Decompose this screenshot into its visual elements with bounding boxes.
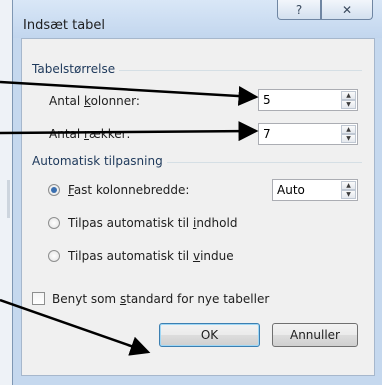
fixed-width-label: Fast kolonnebredde: [68,183,190,197]
autofit-window-label: Tilpas automatisk til vindue [68,249,234,263]
close-button[interactable]: ✕ [321,0,373,20]
close-icon: ✕ [341,3,353,17]
fixed-width-radio[interactable] [48,184,60,196]
columns-label: Antal kolonner: [49,94,140,108]
fixed-width-down-icon[interactable]: ▼ [341,190,356,199]
rows-label: Antal rækker: [49,127,131,141]
rows-down-icon[interactable]: ▼ [341,134,356,143]
fixed-width-value: Auto [277,183,305,197]
columns-up-icon[interactable]: ▲ [341,91,356,100]
insert-table-dialog: Indsæt tabel ? ✕ Tabelstørrelse Antal ko… [12,0,382,385]
help-button[interactable]: ? [277,0,321,20]
table-size-heading: Tabelstørrelse [32,62,120,76]
columns-down-icon[interactable]: ▼ [341,100,356,109]
help-icon: ? [295,3,303,17]
dialog-title: Indsæt tabel [23,18,106,33]
ok-button[interactable]: OK [159,323,260,347]
title-bar: Indsæt tabel ? ✕ [13,0,382,38]
dialog-body: Tabelstørrelse Antal kolonner: 5 ▲ ▼ Ant… [21,38,375,376]
autofit-heading: Automatisk tilpasning [32,154,167,168]
rows-spinner[interactable]: 7 ▲ ▼ [258,123,358,145]
remember-default-checkbox[interactable] [32,292,45,305]
page-edge-marker [7,180,10,218]
autofit-window-radio[interactable] [48,250,60,262]
cancel-button[interactable]: Annuller [272,323,358,347]
rows-value: 7 [263,127,271,141]
remember-default-label: Benyt som standard for nye tabeller [52,292,270,306]
autofit-content-radio[interactable] [48,217,60,229]
fixed-width-up-icon[interactable]: ▲ [341,181,356,190]
autofit-content-label: Tilpas automatisk til indhold [68,216,238,230]
rows-up-icon[interactable]: ▲ [341,125,356,134]
columns-spinner[interactable]: 5 ▲ ▼ [258,89,358,111]
columns-value: 5 [263,93,271,107]
fixed-width-spinner[interactable]: Auto ▲ ▼ [272,179,358,201]
